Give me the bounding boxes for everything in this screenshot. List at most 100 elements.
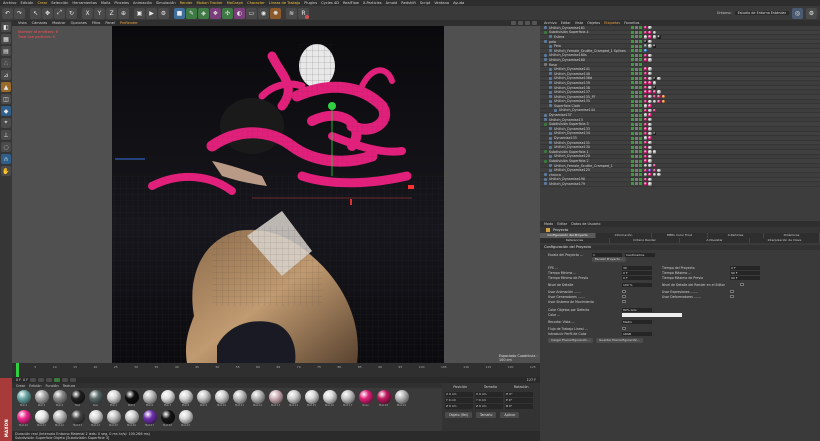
material-ball[interactable] (52, 410, 67, 424)
attribute-menu-datos-de-usuario[interactable]: Datos de Usuario (571, 222, 600, 226)
coord-size-select[interactable]: Tamaño (476, 412, 497, 418)
flujo-checkbox[interactable] (622, 326, 626, 331)
visibility-render-dot[interactable] (635, 35, 638, 39)
material-tag-icon[interactable] (657, 95, 661, 99)
material-swatch[interactable]: Mat (69, 390, 86, 409)
material-swatch[interactable]: Mat.10 (213, 390, 230, 409)
material-tag-icon[interactable] (648, 30, 652, 35)
material-swatch[interactable]: Mat.15 (303, 390, 320, 409)
material-tag-icon[interactable] (648, 163, 652, 168)
enable-check[interactable] (639, 173, 642, 177)
material-tag-icon[interactable] (644, 131, 648, 136)
menu-item-simulaci-n[interactable]: Simulación (156, 1, 176, 5)
visibility-render-dot[interactable] (635, 95, 638, 99)
material-tag-icon[interactable] (644, 108, 648, 113)
go-start-icon[interactable] (30, 378, 37, 382)
material-swatch[interactable]: Pelo (87, 390, 104, 409)
material-tag-icon[interactable] (648, 67, 652, 71)
material-ball[interactable] (268, 390, 283, 404)
go-end-icon[interactable] (70, 378, 77, 382)
material-tag-icon[interactable] (644, 85, 648, 90)
cloth-icon[interactable]: ≋ (286, 7, 297, 19)
material-tag-icon[interactable] (644, 173, 648, 177)
menu-item-archivo[interactable]: Archivo (3, 1, 16, 5)
visibility-render-dot[interactable] (635, 164, 638, 168)
enable-check[interactable] (639, 136, 642, 140)
visibility-render-dot[interactable] (635, 90, 638, 94)
menu-item-render[interactable]: Render (180, 1, 193, 5)
material-swatch[interactable]: Mat.7 (159, 390, 176, 409)
coord-field[interactable]: Z 0 cm (475, 404, 503, 409)
material-ball[interactable] (340, 390, 355, 404)
visibility-render-dot[interactable] (635, 154, 638, 158)
enable-check[interactable] (639, 104, 642, 108)
layout-value[interactable]: Estudio de Entorno Estándar (734, 11, 789, 15)
enable-check[interactable] (639, 30, 642, 34)
material-swatch[interactable]: Mat.5 (123, 390, 140, 409)
enable-check[interactable] (639, 99, 642, 103)
material-tag-icon[interactable] (652, 108, 657, 113)
visibility-render-dot[interactable] (635, 26, 638, 30)
material-tag-icon[interactable] (657, 99, 661, 103)
viewport[interactable]: Number of emitters: 6 Total live particl… (12, 26, 540, 363)
material-tag-icon[interactable] (644, 159, 648, 163)
material-tag-icon[interactable] (644, 113, 648, 117)
render-view-icon[interactable]: ▣ (134, 7, 145, 19)
enable-check[interactable] (639, 40, 642, 44)
cargar-preset-button[interactable]: Cargar Preconfiguración... (548, 338, 594, 343)
axis-z-icon[interactable]: Z (106, 7, 117, 19)
material-tag-icon[interactable] (648, 173, 652, 177)
material-tag-icon[interactable] (648, 35, 652, 39)
attribute-tab[interactable]: Referencias (540, 238, 610, 243)
material-ball[interactable] (394, 390, 409, 404)
material-tag-icon[interactable] (648, 182, 652, 186)
material-ball[interactable] (142, 410, 157, 424)
menu-item-redshift[interactable]: Redshift (401, 1, 416, 5)
usar-def-checkbox[interactable] (730, 294, 734, 299)
snap-icon[interactable]: ⌖ (1, 118, 11, 128)
material-tag-icon[interactable] (652, 173, 657, 177)
material-ball[interactable] (358, 390, 373, 404)
material-swatch[interactable]: Mat.14 (285, 390, 302, 409)
material-tag-icon[interactable] (644, 168, 648, 172)
material-swatch[interactable]: Mat.27 (141, 410, 158, 429)
prev-key-icon[interactable] (38, 378, 45, 382)
visibility-editor-dot[interactable] (631, 141, 634, 145)
visibility-editor-dot[interactable] (631, 168, 634, 172)
material-ball[interactable] (322, 390, 337, 404)
material-tag-icon[interactable] (648, 104, 652, 108)
render-picture-viewer-icon[interactable]: ▶ (146, 7, 157, 19)
nivel-render-checkbox[interactable] (740, 282, 744, 287)
material-ball[interactable] (304, 390, 319, 404)
menu-item-mograph[interactable]: MoGraph (227, 1, 243, 5)
visibility-render-dot[interactable] (635, 53, 638, 57)
material-tag-icon[interactable] (644, 117, 648, 122)
maximize-icon[interactable] (532, 21, 537, 25)
visibility-render-dot[interactable] (635, 104, 638, 108)
material-ball[interactable] (124, 390, 139, 404)
magnet-icon[interactable]: ∩ (1, 154, 11, 164)
material-tag-icon[interactable] (644, 150, 648, 154)
material-swatch[interactable]: Mat.29 (177, 410, 194, 429)
material-ball[interactable] (88, 390, 103, 404)
nivel-field[interactable]: 100 % (622, 282, 652, 287)
recortar-select[interactable]: Medio (622, 319, 652, 324)
material-tag-icon[interactable] (652, 131, 657, 136)
layout-icon[interactable]: ◎ (792, 7, 803, 19)
zoom-icon[interactable] (518, 21, 523, 25)
material-tag-icon[interactable] (648, 85, 652, 90)
material-tag-icon[interactable] (652, 44, 657, 48)
material-tag-icon[interactable] (652, 35, 657, 39)
visibility-render-dot[interactable] (635, 30, 638, 34)
coord-field[interactable]: H 0° (505, 392, 533, 397)
menu-item-l-neas-de-trabajo[interactable]: Líneas de Trabajo (269, 1, 300, 5)
object-menu-archivo[interactable]: Archivo (544, 21, 557, 25)
material-tag-icon[interactable] (648, 136, 652, 140)
visibility-render-dot[interactable] (635, 76, 638, 80)
redshift-icon[interactable]: R (298, 7, 309, 19)
material-swatch[interactable]: Mat.11 (231, 390, 248, 409)
escala-field[interactable]: 1 (592, 252, 622, 257)
material-tag-icon[interactable] (652, 76, 657, 81)
visibility-editor-dot[interactable] (631, 118, 634, 122)
visibility-render-dot[interactable] (635, 49, 638, 53)
